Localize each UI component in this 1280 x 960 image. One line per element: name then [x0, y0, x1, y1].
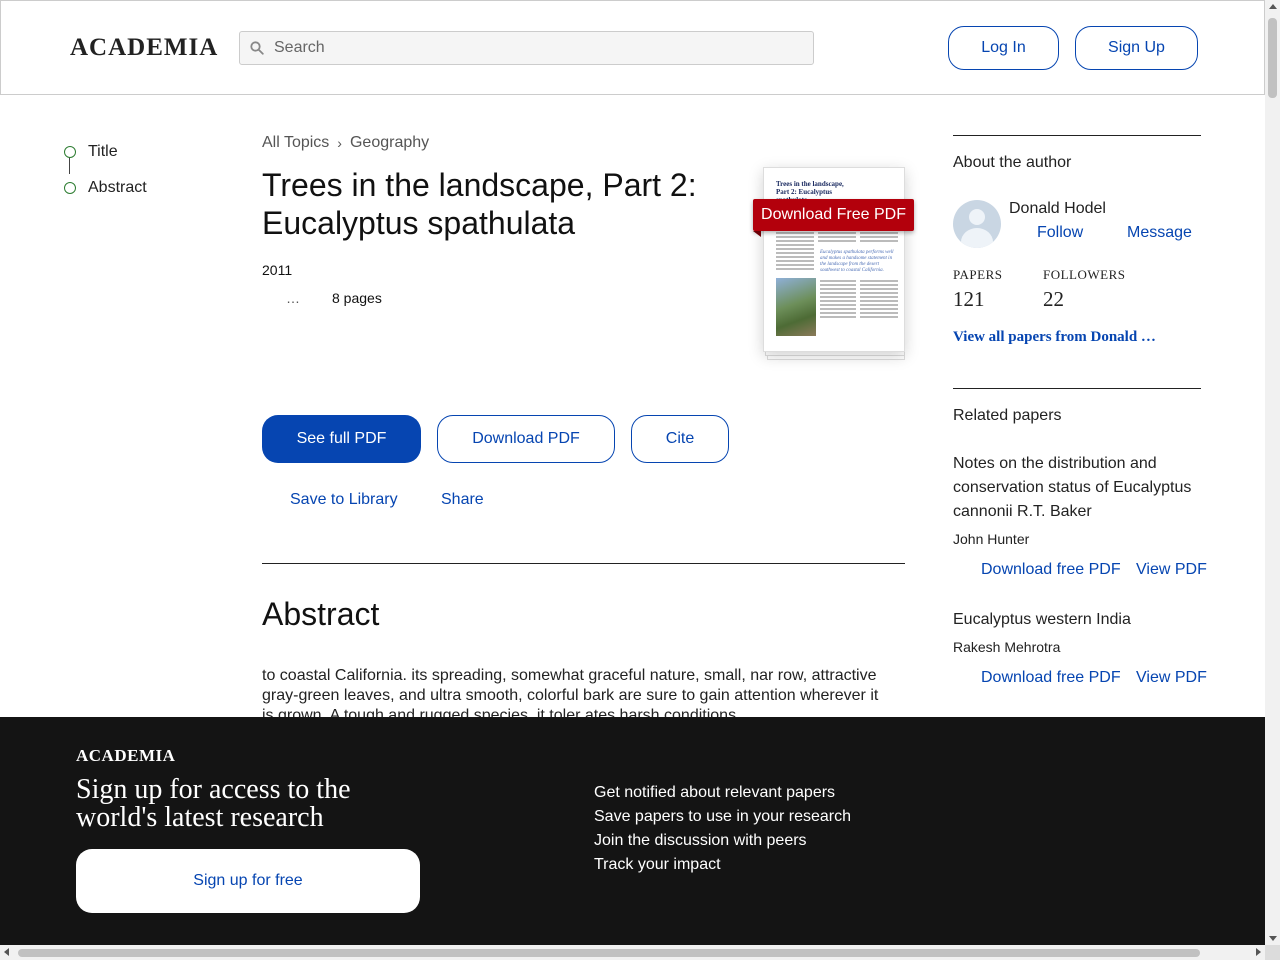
avatar-head-icon: [969, 209, 985, 225]
related-section-rule: [953, 388, 1201, 389]
save-to-library-button[interactable]: Save to Library: [290, 491, 398, 509]
breadcrumb-all-topics[interactable]: All Topics: [262, 134, 329, 152]
pdf-thumbnail[interactable]: Trees in the landscape, Part 2: Eucalypt…: [763, 167, 905, 360]
share-button[interactable]: Share: [441, 491, 484, 509]
thumbnail-quote: Eucalyptus spathulata performs well and …: [820, 250, 894, 273]
toc-item-label: Abstract: [88, 179, 147, 196]
related-paper-author: Rakesh Mehrotra: [953, 639, 1061, 655]
signup-button[interactable]: Sign Up: [1075, 26, 1198, 70]
signup-banner: ACADEMIA Sign up for access to the world…: [0, 717, 1265, 945]
scrollbar-corner: [1265, 945, 1280, 960]
related-view-pdf-link[interactable]: View PDF: [1136, 669, 1207, 687]
followers-count: 22: [1043, 287, 1064, 311]
banner-logo: ACADEMIA: [76, 746, 176, 765]
scroll-left-arrow-icon[interactable]: [4, 948, 9, 956]
related-download-free-pdf-link[interactable]: Download free PDF: [981, 669, 1121, 687]
scroll-down-arrow-icon[interactable]: [1269, 936, 1277, 941]
academia-logo[interactable]: ACADEMIA: [70, 34, 218, 62]
toc-item-label: Title: [88, 143, 118, 160]
avatar-body-icon: [961, 228, 993, 248]
paper-year: 2011: [262, 262, 293, 278]
banner-title: Sign up for access to the world's latest…: [76, 774, 351, 833]
search-input[interactable]: [274, 39, 774, 57]
sign-up-for-free-button[interactable]: Sign up for free: [76, 849, 420, 913]
message-button[interactable]: Message: [1127, 224, 1192, 242]
avatar[interactable]: [953, 200, 1001, 248]
thumbnail-sheet-front: Trees in the landscape, Part 2: Eucalypt…: [763, 167, 905, 352]
download-pdf-button[interactable]: Download PDF: [437, 415, 615, 463]
about-author-heading: About the author: [953, 154, 1072, 171]
site-header: ACADEMIA Log In Sign Up: [0, 0, 1265, 95]
horizontal-scrollbar[interactable]: [0, 945, 1265, 960]
search-icon: [250, 41, 264, 55]
benefit-item: Join the discussion with peers: [594, 832, 807, 849]
toc-item-abstract[interactable]: Abstract: [64, 170, 147, 206]
author-name[interactable]: Donald Hodel: [1009, 200, 1106, 218]
paper-title: Trees in the landscape, Part 2: Eucalypt…: [262, 167, 697, 241]
login-button[interactable]: Log In: [948, 26, 1059, 70]
benefits-list: Get notified about relevant papers Save …: [594, 781, 851, 877]
toc-dot-icon: [64, 146, 76, 158]
related-paper-title[interactable]: Eucalyptus western India: [953, 608, 1203, 632]
see-full-pdf-button[interactable]: See full PDF: [262, 415, 421, 463]
vertical-scrollbar[interactable]: [1265, 0, 1280, 945]
abstract-heading: Abstract: [262, 596, 380, 632]
author-ellipsis[interactable]: …: [286, 290, 300, 306]
related-view-pdf-link[interactable]: View PDF: [1136, 561, 1207, 579]
toc-item-title[interactable]: Title: [64, 134, 147, 170]
toc-dot-icon: [64, 182, 76, 194]
author-section-rule: [953, 135, 1201, 136]
scroll-up-arrow-icon[interactable]: [1269, 4, 1277, 9]
view-all-papers-link[interactable]: View all papers from Donald …: [953, 329, 1156, 346]
breadcrumb-geography[interactable]: Geography: [350, 134, 429, 152]
horizontal-scroll-thumb[interactable]: [18, 949, 1200, 957]
papers-label: PAPERS: [953, 267, 1003, 282]
thumbnail-tree-photo: [776, 278, 816, 336]
related-download-free-pdf-link[interactable]: Download free PDF: [981, 561, 1121, 579]
benefit-item: Track your impact: [594, 856, 721, 873]
download-free-pdf-button[interactable]: Download Free PDF: [753, 199, 914, 237]
breadcrumb: All Topics › Geography: [262, 134, 429, 152]
table-of-contents: Title Abstract: [64, 134, 147, 206]
follow-button[interactable]: Follow: [1037, 224, 1083, 242]
search-box[interactable]: [239, 31, 814, 65]
benefit-item: Get notified about relevant papers: [594, 784, 836, 801]
related-paper-author: John Hunter: [953, 531, 1030, 547]
related-papers-heading: Related papers: [953, 407, 1062, 424]
cite-button[interactable]: Cite: [631, 415, 729, 463]
vertical-scroll-thumb[interactable]: [1268, 18, 1277, 98]
scroll-right-arrow-icon[interactable]: [1256, 948, 1261, 956]
related-paper-title[interactable]: Notes on the distribution and conservati…: [953, 452, 1203, 524]
page-count: 8 pages: [332, 290, 382, 306]
benefit-item: Save papers to use in your research: [594, 808, 852, 825]
section-divider: [262, 563, 905, 564]
followers-label: FOLLOWERS: [1043, 267, 1126, 282]
papers-count: 121: [953, 287, 985, 311]
breadcrumb-separator-icon: ›: [337, 135, 342, 151]
